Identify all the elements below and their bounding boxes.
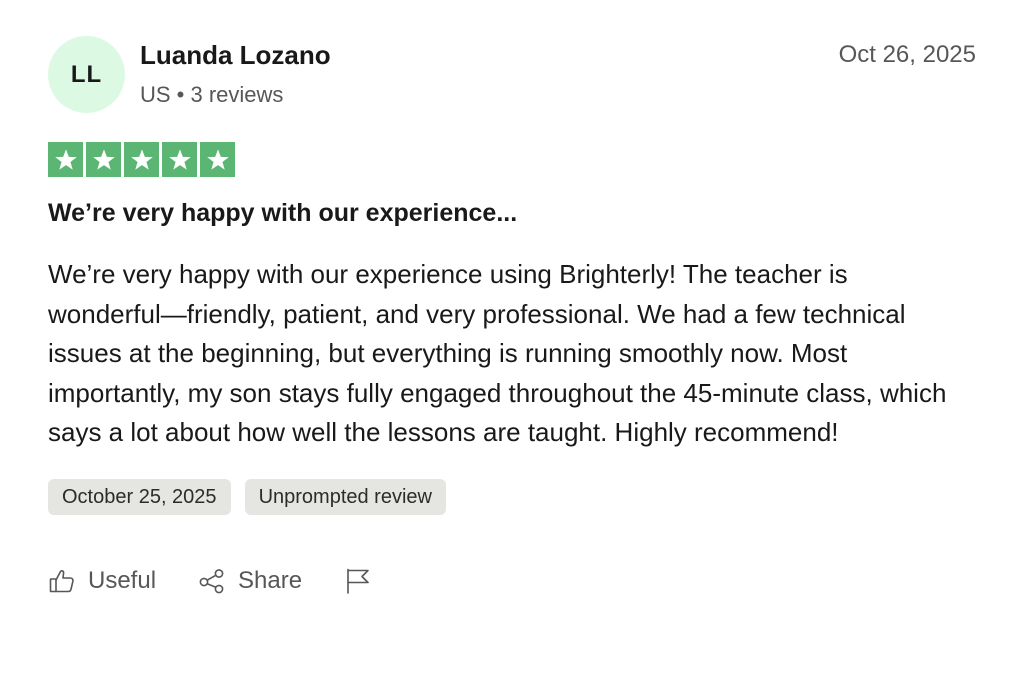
star-icon	[206, 148, 229, 170]
star-5	[200, 142, 235, 177]
useful-label: Useful	[88, 566, 157, 594]
date-of-experience-tag: October 25, 2025	[48, 478, 231, 515]
review-card: LL Luanda Lozano US • 3 reviews Oct 26, …	[48, 36, 976, 595]
unprompted-review-tag[interactable]: Unprompted review	[244, 478, 446, 515]
star-2	[86, 142, 121, 177]
review-title[interactable]: We’re very happy with our experience...	[48, 197, 976, 229]
flag-icon	[344, 567, 372, 595]
review-actions: Useful Share	[48, 567, 976, 595]
useful-button[interactable]: Useful	[48, 567, 156, 595]
avatar[interactable]: LL	[48, 36, 125, 113]
consumer-meta: US • 3 reviews	[140, 82, 284, 107]
star-icon	[92, 148, 115, 170]
review-body: We’re very happy with our experience usi…	[48, 259, 947, 447]
share-label: Share	[238, 566, 303, 594]
review-header: LL Luanda Lozano US • 3 reviews Oct 26, …	[48, 36, 976, 116]
consumer-name[interactable]: Luanda Lozano	[140, 40, 331, 70]
report-flag-button[interactable]	[344, 567, 372, 595]
star-3	[124, 142, 159, 177]
star-icon	[54, 148, 77, 170]
review-date: Oct 26, 2025	[838, 41, 976, 68]
review-tags: October 25, 2025 Unprompted review	[48, 478, 976, 515]
star-1	[48, 142, 83, 177]
share-icon	[198, 567, 226, 595]
star-rating	[48, 142, 976, 177]
star-icon	[130, 148, 153, 170]
thumbs-up-icon	[48, 567, 76, 595]
star-4	[162, 142, 197, 177]
share-button[interactable]: Share	[198, 567, 302, 595]
consumer-info: Luanda Lozano US • 3 reviews	[140, 40, 331, 108]
star-icon	[168, 148, 191, 170]
